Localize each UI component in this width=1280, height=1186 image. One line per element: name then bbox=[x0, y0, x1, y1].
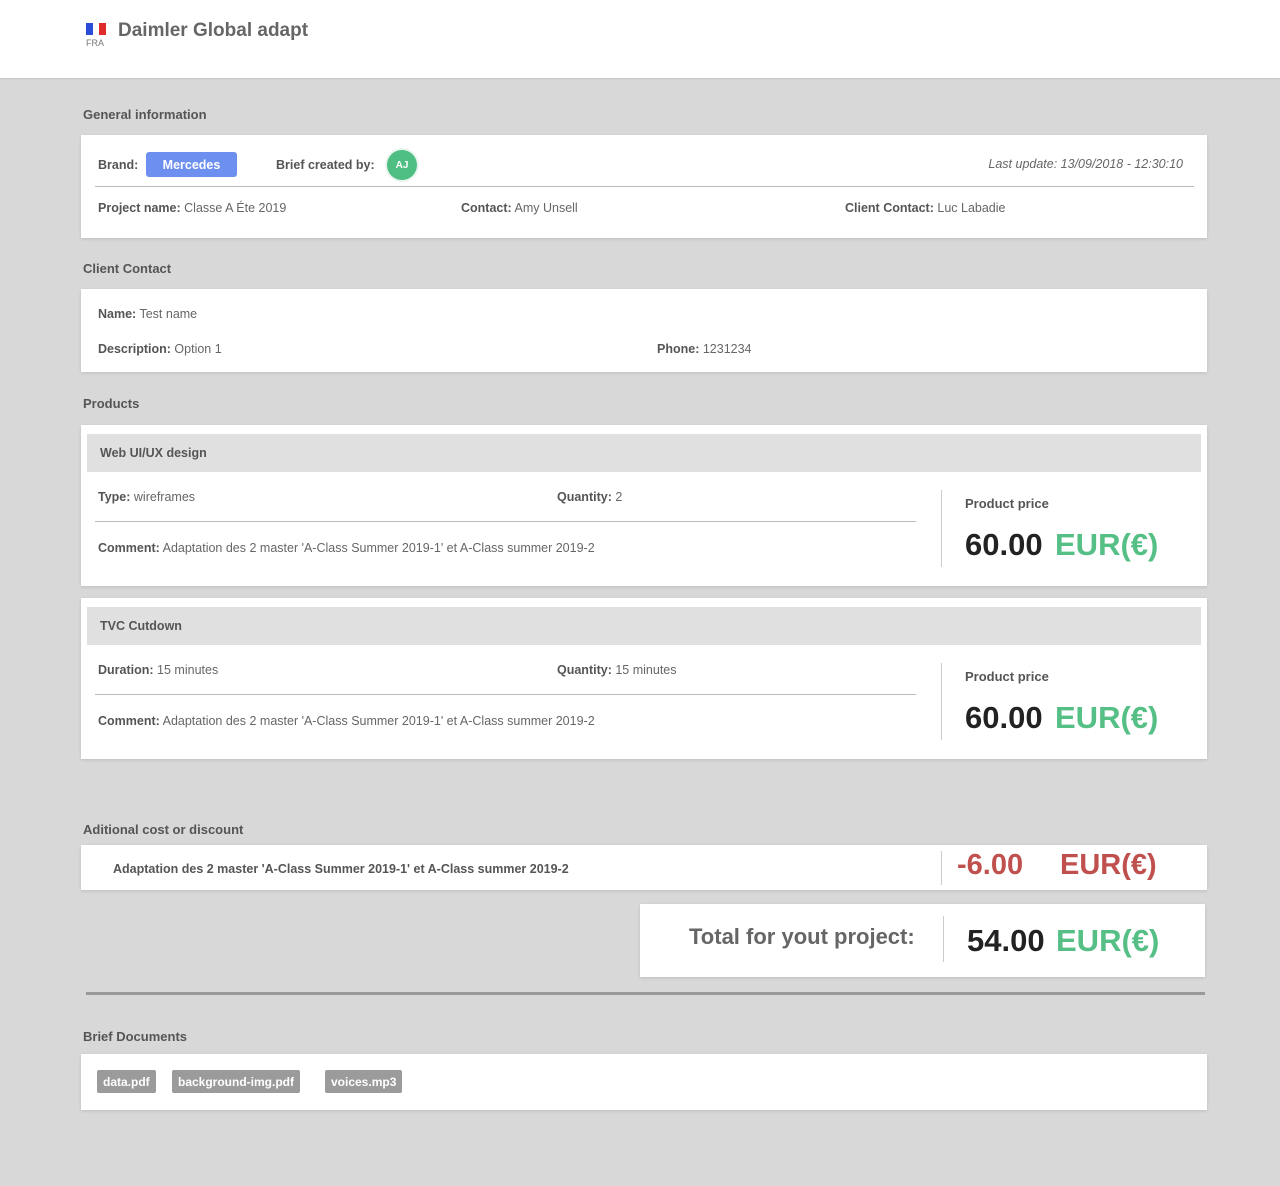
last-update: Last update: 13/09/2018 - 12:30:10 bbox=[988, 157, 1183, 171]
total-label: Total for yout project: bbox=[689, 924, 915, 949]
client-contact-field: Client Contact: Luc Labadie bbox=[845, 201, 1006, 215]
brief-created-by-label: Brief created by: bbox=[276, 158, 375, 172]
product-card: TVC Cutdown Duration: 15 minutes Quantit… bbox=[81, 598, 1207, 759]
additional-cost-description: Adaptation des 2 master 'A-Class Summer … bbox=[113, 862, 569, 876]
client-name-field: Name: Test name bbox=[98, 307, 198, 321]
divider bbox=[941, 490, 942, 567]
additional-cost-currency: EUR(€) bbox=[1060, 849, 1157, 881]
additional-cost-heading: Aditional cost or discount bbox=[83, 822, 244, 837]
product-header: Web UI/UX design bbox=[87, 434, 1201, 472]
document-tag-background-img-pdf[interactable]: background-img.pdf bbox=[172, 1070, 300, 1093]
divider bbox=[95, 694, 916, 695]
section-divider bbox=[86, 992, 1205, 995]
divider bbox=[941, 663, 942, 740]
product-comment-field: Comment: Adaptation des 2 master 'A-Clas… bbox=[98, 714, 595, 728]
additional-cost-amount: -6.00 bbox=[957, 849, 1024, 881]
client-contact-card: Name: Test name Description: Option 1 Ph… bbox=[81, 289, 1207, 372]
divider bbox=[941, 851, 942, 885]
client-phone-field: Phone: 1231234 bbox=[657, 342, 752, 356]
general-information-heading: General information bbox=[83, 107, 207, 122]
product-price-currency: EUR(€) bbox=[1055, 527, 1159, 562]
client-contact-heading: Client Contact bbox=[83, 261, 172, 276]
product-card: Web UI/UX design Type: wireframes Quanti… bbox=[81, 425, 1207, 586]
client-description-field: Description: Option 1 bbox=[98, 342, 222, 356]
brief-documents-card: data.pdf background-img.pdf voices.mp3 bbox=[81, 1054, 1207, 1110]
product-header: TVC Cutdown bbox=[87, 607, 1201, 645]
brief-documents-heading: Brief Documents bbox=[83, 1029, 188, 1044]
product-price-amount: 60.00 bbox=[965, 700, 1043, 735]
total-amount: 54.00 bbox=[967, 923, 1045, 958]
divider bbox=[95, 186, 1194, 187]
divider bbox=[943, 916, 944, 962]
product-quantity-field: Quantity: 15 minutes bbox=[557, 663, 677, 677]
top-bar: FRA Daimler Global adapt bbox=[0, 0, 1280, 78]
product-title: Web UI/UX design bbox=[100, 446, 207, 460]
avatar[interactable]: AJ bbox=[387, 150, 417, 180]
general-information-card: Brand: Mercedes Brief created by: AJ Las… bbox=[81, 135, 1207, 238]
brand-button[interactable]: Mercedes bbox=[146, 152, 237, 177]
product-price-label: Product price bbox=[965, 496, 1049, 511]
contact-field: Contact: Amy Unsell bbox=[461, 201, 578, 215]
france-flag-icon bbox=[86, 23, 107, 35]
total-card: Total for yout project: 54.00 EUR(€) bbox=[640, 904, 1205, 977]
page-title: Daimler Global adapt bbox=[118, 20, 309, 41]
product-price-label: Product price bbox=[965, 669, 1049, 684]
document-tag-voices-mp3[interactable]: voices.mp3 bbox=[325, 1070, 403, 1093]
product-price-currency: EUR(€) bbox=[1055, 700, 1159, 735]
product-quantity-field: Quantity: 2 bbox=[557, 490, 623, 504]
product-price-amount: 60.00 bbox=[965, 527, 1043, 562]
product-duration-field: Duration: 15 minutes bbox=[98, 663, 219, 677]
total-currency: EUR(€) bbox=[1056, 923, 1160, 958]
product-title: TVC Cutdown bbox=[100, 619, 182, 633]
product-type-field: Type: wireframes bbox=[98, 490, 196, 504]
project-name-field: Project name: Classe A Éte 2019 bbox=[98, 201, 287, 215]
product-comment-field: Comment: Adaptation des 2 master 'A-Clas… bbox=[98, 541, 595, 555]
brand-label: Brand: bbox=[98, 158, 139, 172]
divider bbox=[95, 521, 916, 522]
products-heading: Products bbox=[83, 396, 140, 411]
document-tag-data-pdf[interactable]: data.pdf bbox=[97, 1070, 156, 1093]
additional-cost-card: Adaptation des 2 master 'A-Class Summer … bbox=[81, 845, 1207, 890]
country-code: FRA bbox=[86, 38, 104, 48]
